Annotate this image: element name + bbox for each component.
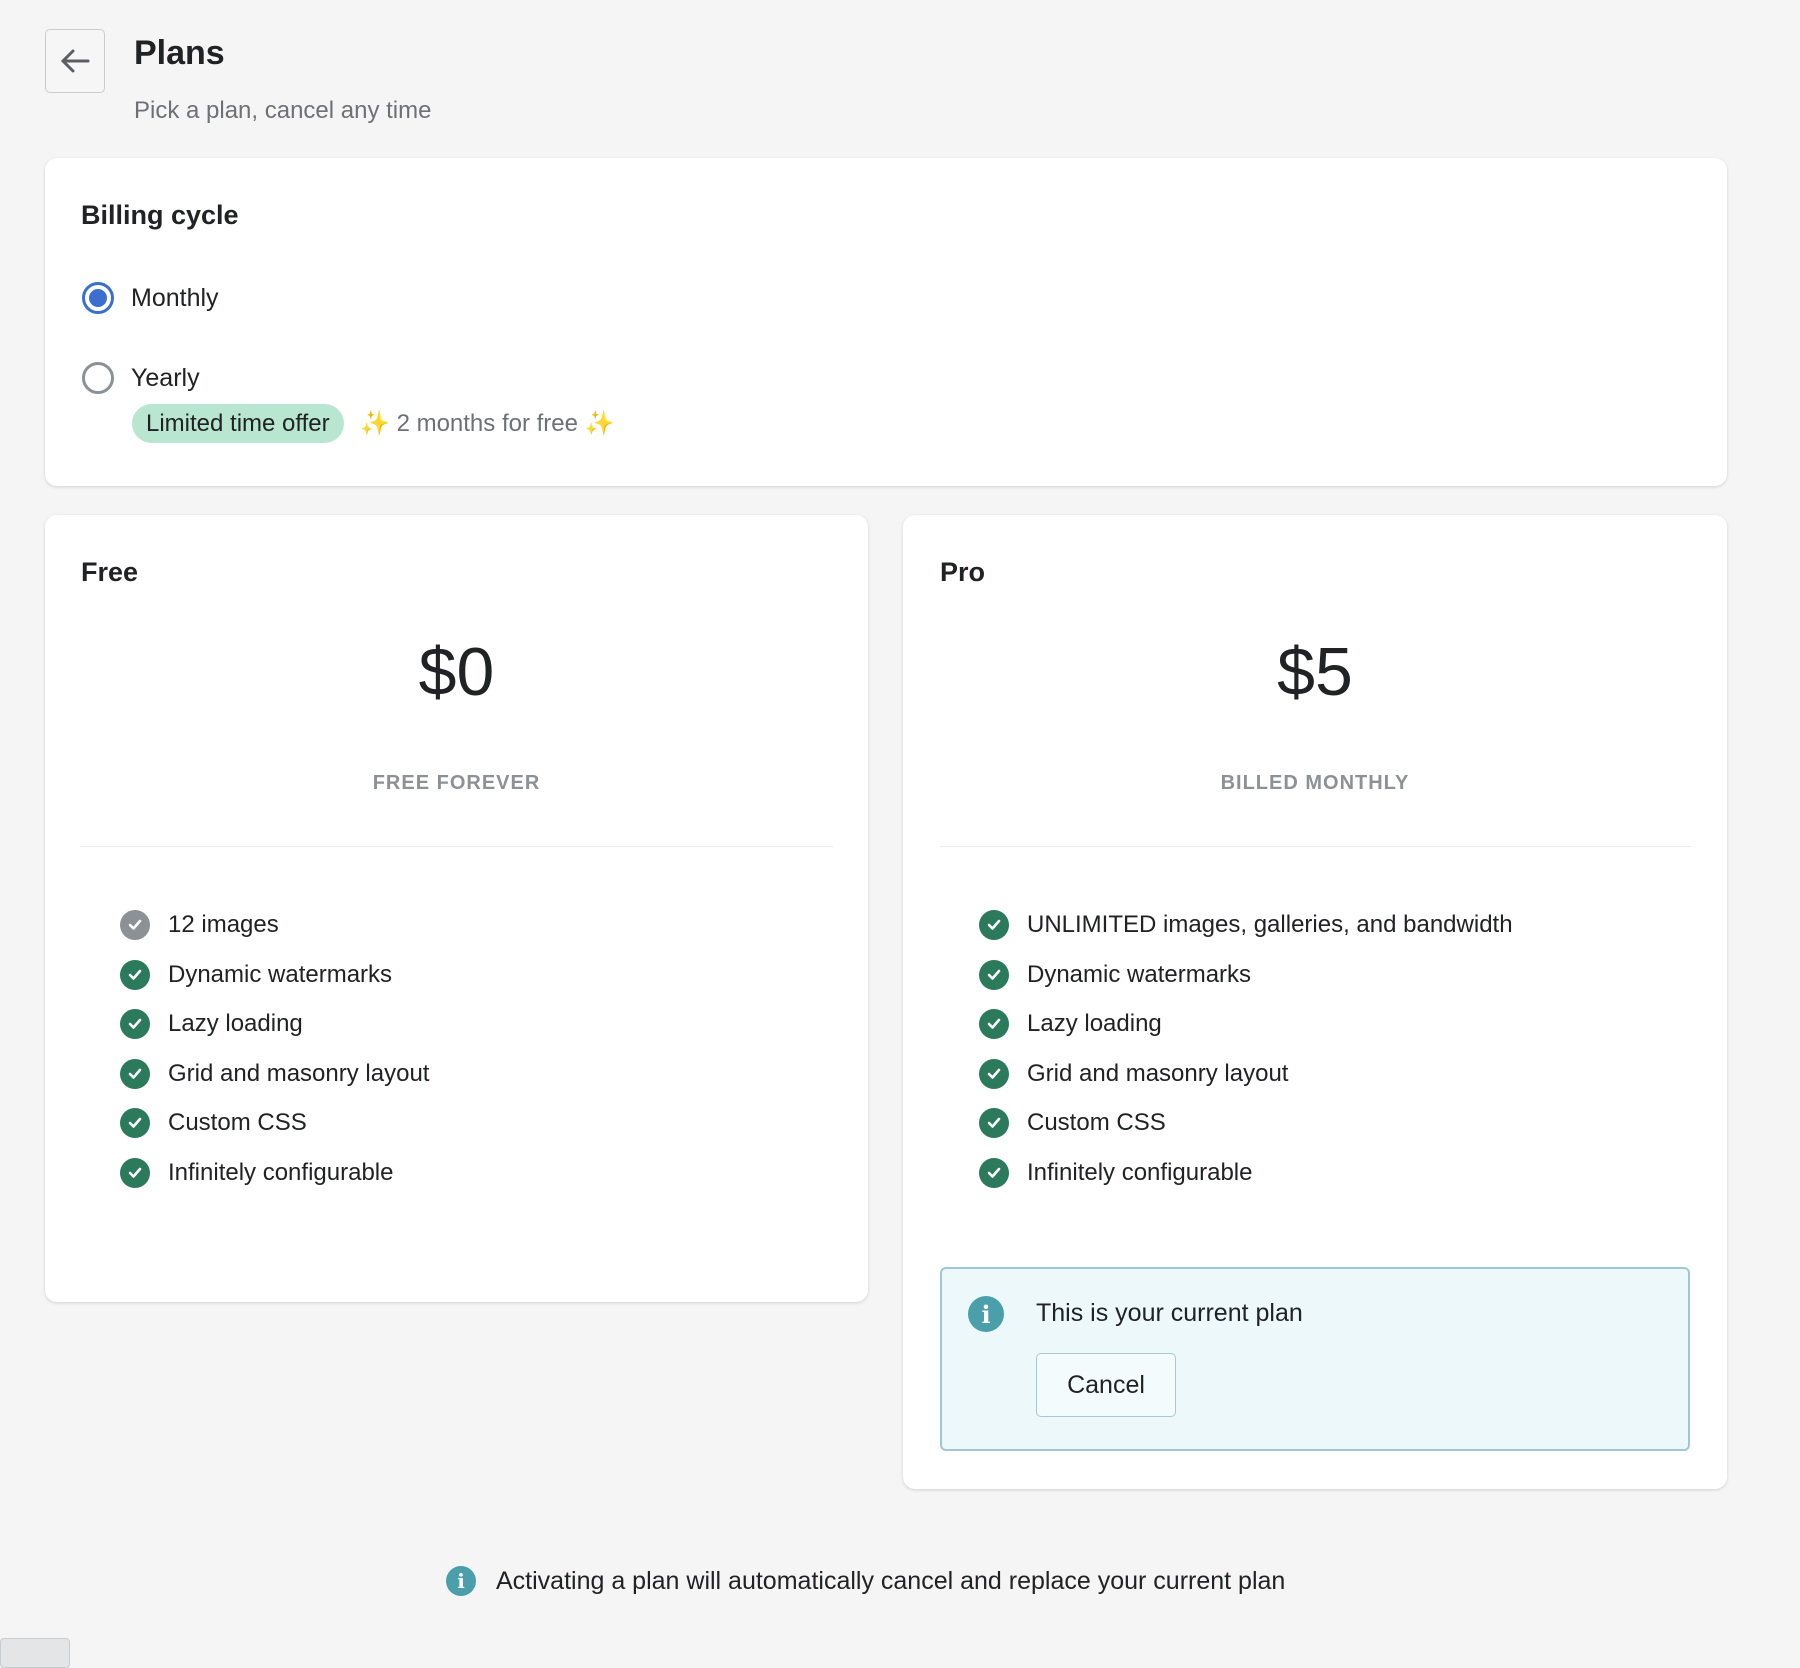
back-button[interactable] [45, 29, 105, 93]
check-circle-icon [979, 1108, 1009, 1139]
radio-button[interactable] [82, 362, 114, 394]
feature-text: Infinitely configurable [1027, 1158, 1253, 1186]
feature-item: Grid and masonry layout [979, 1058, 1513, 1089]
feature-list: 12 images Dynamic watermarks Lazy loadin… [120, 910, 429, 1188]
feature-item: Dynamic watermarks [979, 959, 1513, 990]
radio-yearly[interactable]: Yearly [82, 362, 200, 394]
info-icon: i [446, 1566, 476, 1596]
feature-text: Dynamic watermarks [1027, 960, 1252, 988]
offer-text: ✨ 2 months for free ✨ [360, 406, 615, 442]
arrow-left-icon [60, 49, 90, 73]
feature-item: UNLIMITED images, galleries, and bandwid… [979, 910, 1513, 940]
feature-item: Lazy loading [120, 1009, 429, 1040]
divider [940, 846, 1691, 847]
check-circle-icon [979, 910, 1009, 940]
check-circle-icon [120, 1009, 150, 1040]
footer-note: i Activating a plan will automatically c… [446, 1566, 1285, 1596]
check-circle-icon [120, 1108, 150, 1139]
feature-text: Lazy loading [1027, 1010, 1162, 1038]
page-title: Plans [134, 34, 225, 72]
check-circle-icon [979, 1009, 1009, 1040]
check-circle-icon [979, 1157, 1009, 1188]
plan-card-free: Free $0 FREE FOREVER 12 images Dynamic w… [45, 515, 868, 1302]
current-plan-banner: i This is your current plan Cancel [940, 1267, 1690, 1451]
feature-text: Infinitely configurable [168, 1158, 394, 1186]
feature-text: Grid and masonry layout [1027, 1059, 1289, 1087]
cancel-button[interactable]: Cancel [1036, 1353, 1176, 1417]
feature-item: Custom CSS [120, 1108, 429, 1139]
radio-monthly[interactable]: Monthly [82, 282, 219, 314]
feature-item: Lazy loading [979, 1009, 1513, 1040]
feature-text: UNLIMITED images, galleries, and bandwid… [1027, 911, 1513, 938]
feature-item: Grid and masonry layout [120, 1058, 430, 1089]
feature-text: Custom CSS [1027, 1109, 1166, 1137]
plan-price: $5 [1277, 634, 1353, 710]
plan-price: $0 [418, 634, 495, 710]
feature-text: Custom CSS [168, 1109, 307, 1137]
radio-label: Yearly [131, 363, 200, 392]
current-plan-text: This is your current plan [1036, 1299, 1303, 1327]
check-circle-icon [979, 1058, 1009, 1089]
plan-card-pro: Pro $5 BILLED MONTHLY UNLIMITED images, … [903, 515, 1727, 1489]
footer-note-text: Activating a plan will automatically can… [496, 1566, 1286, 1595]
info-icon: i [968, 1296, 1004, 1332]
divider [80, 846, 833, 847]
radio-button-selected[interactable] [82, 282, 114, 314]
partial-widget[interactable] [0, 1638, 70, 1668]
feature-item: 12 images [120, 910, 429, 940]
plan-name: Free [81, 557, 139, 587]
radio-label: Monthly [131, 283, 219, 312]
feature-item: Custom CSS [979, 1108, 1513, 1139]
offer-label: 2 months for free [396, 410, 578, 437]
limited-offer-badge: Limited time offer [132, 404, 344, 443]
plan-name: Pro [940, 557, 986, 587]
feature-item: Infinitely configurable [979, 1157, 1513, 1188]
feature-list: UNLIMITED images, galleries, and bandwid… [979, 910, 1513, 1188]
check-circle-icon [120, 910, 150, 940]
check-circle-icon [120, 1058, 150, 1089]
feature-text: 12 images [168, 911, 279, 938]
feature-text: Grid and masonry layout [168, 1059, 430, 1087]
check-circle-icon [120, 1157, 150, 1188]
sparkle-icon: ✨ [584, 410, 615, 437]
check-circle-icon [120, 959, 150, 990]
page-subtitle: Pick a plan, cancel any time [134, 97, 432, 124]
billing-cycle-title: Billing cycle [81, 200, 239, 230]
feature-text: Dynamic watermarks [168, 960, 393, 988]
feature-item: Infinitely configurable [120, 1157, 429, 1188]
feature-text: Lazy loading [168, 1010, 303, 1038]
plan-period: BILLED MONTHLY [1220, 772, 1410, 794]
plan-period: FREE FOREVER [372, 772, 541, 794]
sparkle-icon: ✨ [360, 410, 390, 437]
check-circle-icon [979, 959, 1009, 990]
feature-item: Dynamic watermarks [120, 959, 429, 990]
